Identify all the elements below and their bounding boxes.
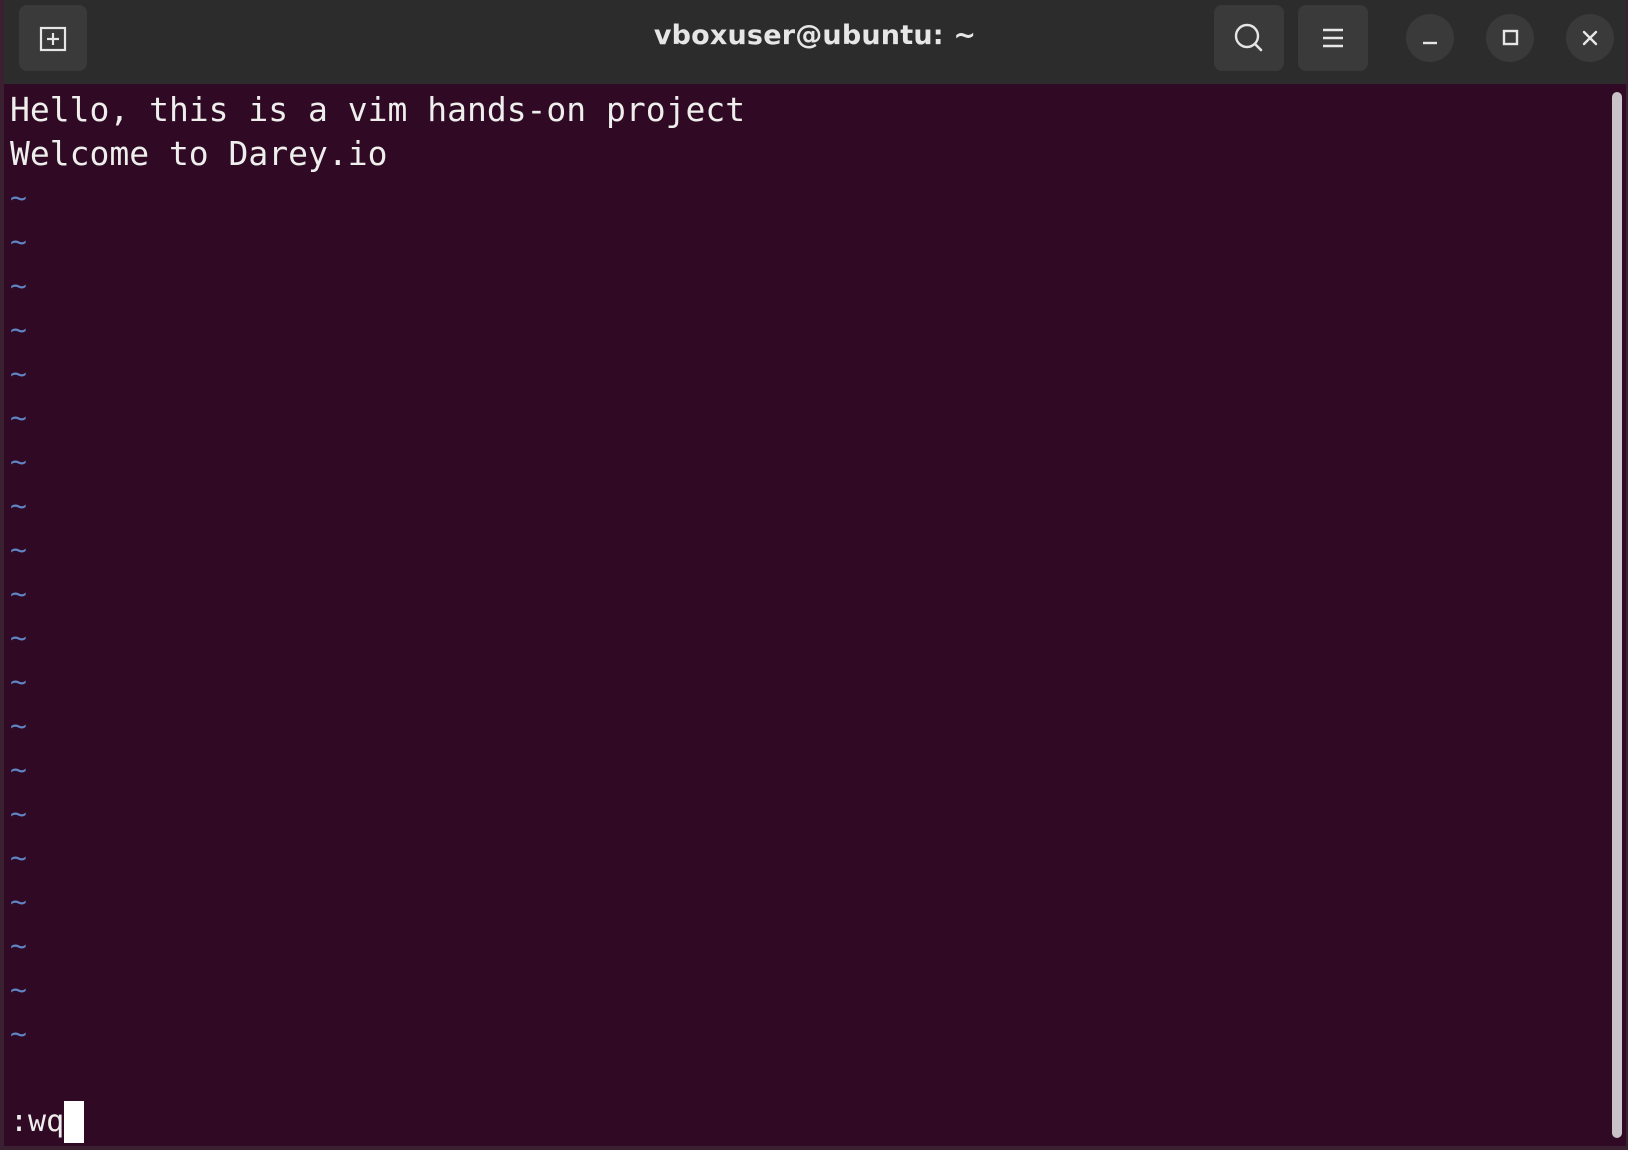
empty-line-marker: ~ [10, 225, 27, 258]
empty-line-marker: ~ [10, 269, 27, 302]
scrollbar[interactable] [1612, 92, 1622, 1138]
empty-line-marker: ~ [10, 709, 27, 742]
empty-line-marker: ~ [10, 621, 27, 654]
vim-command-text: :wq [10, 1104, 65, 1139]
search-button[interactable] [1214, 5, 1284, 71]
empty-line-marker: ~ [10, 181, 27, 214]
search-icon [1234, 23, 1263, 52]
empty-line-marker: ~ [10, 401, 27, 434]
empty-line-marker: ~ [10, 797, 27, 830]
text-cursor [64, 1101, 85, 1143]
hamburger-menu-icon [1323, 28, 1343, 48]
empty-line-marker: ~ [10, 929, 27, 962]
terminal-window: vboxuser@ubuntu: ~ Hello, this is a vim … [0, 0, 1628, 1150]
window-title: vboxuser@ubuntu: ~ [653, 20, 977, 51]
empty-line-marker: ~ [10, 445, 27, 478]
empty-line-marker: ~ [10, 973, 27, 1006]
empty-line-marker: ~ [10, 1017, 27, 1050]
minimize-button[interactable] [1406, 14, 1454, 62]
minimize-icon [1423, 41, 1437, 45]
terminal-area[interactable]: Hello, this is a vim hands-on project We… [4, 84, 1626, 1146]
close-icon [1582, 30, 1598, 46]
empty-line-marker: ~ [10, 357, 27, 390]
empty-line-marker: ~ [10, 533, 27, 566]
menu-button[interactable] [1298, 5, 1368, 71]
title-bar[interactable]: vboxuser@ubuntu: ~ [4, 0, 1626, 84]
maximize-button[interactable] [1486, 14, 1534, 62]
empty-line-marker: ~ [10, 313, 27, 346]
empty-line-marker: ~ [10, 841, 27, 874]
buffer-line: Hello, this is a vim hands-on project [10, 90, 746, 129]
empty-line-marker: ~ [10, 577, 27, 610]
empty-line-marker: ~ [10, 885, 27, 918]
vim-command-line[interactable]: :wq [10, 1100, 85, 1144]
close-button[interactable] [1566, 14, 1614, 62]
maximize-icon [1502, 29, 1519, 46]
vim-buffer[interactable]: Hello, this is a vim hands-on project We… [10, 88, 745, 1056]
empty-line-marker: ~ [10, 489, 27, 522]
empty-line-marker: ~ [10, 665, 27, 698]
buffer-line: Welcome to Darey.io [10, 134, 388, 173]
empty-line-marker: ~ [10, 753, 27, 786]
